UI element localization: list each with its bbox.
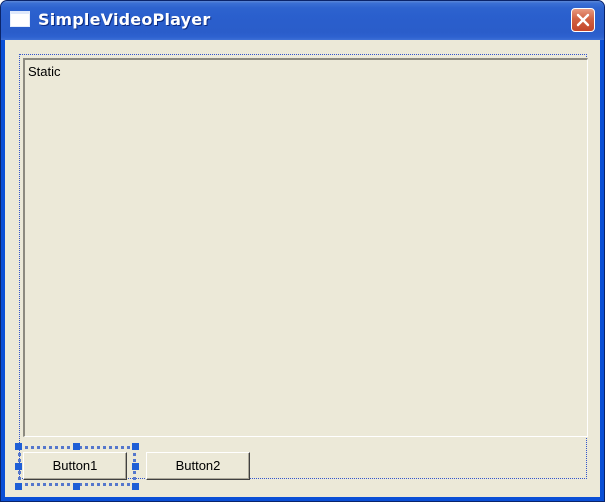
app-window-icon [10, 11, 30, 27]
resize-handle-bottom-left[interactable] [15, 483, 22, 490]
close-icon [576, 13, 590, 27]
static-control[interactable]: Static [23, 58, 588, 437]
resize-handle-left[interactable] [15, 463, 22, 470]
resize-handle-top-right[interactable] [132, 443, 139, 450]
app-window: SimpleVideoPlayer Static Button1 Button2 [0, 0, 605, 502]
button2[interactable]: Button2 [146, 452, 250, 480]
resize-handle-bottom-right[interactable] [132, 483, 139, 490]
resize-handle-top[interactable] [73, 443, 80, 450]
resize-handle-right[interactable] [132, 463, 139, 470]
static-label: Static [28, 64, 61, 79]
button1[interactable]: Button1 [23, 452, 127, 480]
dialog-client-area: Static Button1 Button2 [5, 40, 600, 497]
close-button[interactable] [571, 8, 595, 32]
window-title: SimpleVideoPlayer [38, 10, 211, 29]
resize-handle-top-left[interactable] [15, 443, 22, 450]
resize-handle-bottom[interactable] [73, 483, 80, 490]
title-bar[interactable]: SimpleVideoPlayer [1, 1, 604, 40]
